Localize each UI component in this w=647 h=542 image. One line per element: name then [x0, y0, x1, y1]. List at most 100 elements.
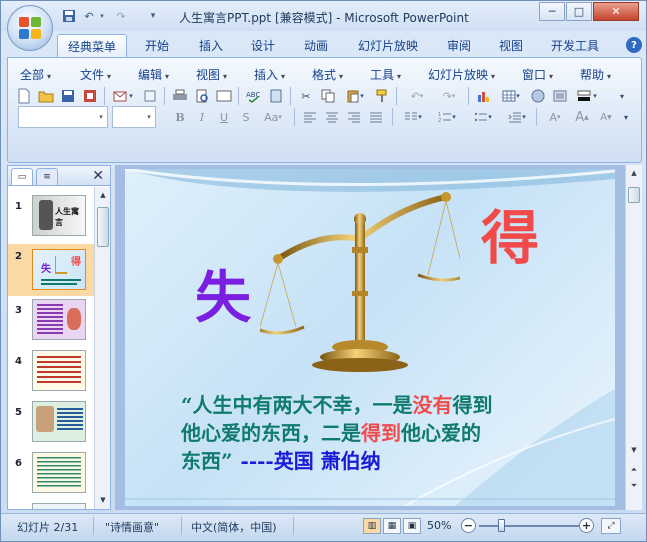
slide-canvas[interactable]: 失 得 “人生中有两大不幸，一是没有得到 他心爱的东西，二是得到他心爱的 东西”… [125, 169, 615, 506]
toolbar-overflow-icon[interactable]: ▾ [612, 86, 632, 106]
save-icon[interactable] [61, 7, 77, 25]
align-left-icon[interactable] [300, 107, 320, 127]
print-icon[interactable] [170, 86, 190, 106]
tab-animation[interactable]: 动画 [294, 34, 338, 57]
slide-thumbnail[interactable] [32, 299, 86, 340]
tab-insert[interactable]: 插入 [189, 34, 233, 57]
slide-thumbnail[interactable] [32, 503, 86, 509]
close-pane-icon[interactable]: ✕ [92, 168, 104, 184]
normal-view-icon[interactable]: ▥ [363, 518, 381, 534]
slide-thumb-row[interactable]: 7 [8, 503, 94, 509]
slide-view-icon[interactable] [214, 86, 234, 106]
grayscale-icon[interactable] [550, 86, 570, 106]
menu-format[interactable]: 格式 ▾ [312, 66, 343, 83]
copy-icon[interactable] [318, 86, 338, 106]
pane-scrollbar[interactable]: ▲ ▼ [94, 187, 110, 509]
save-icon[interactable] [58, 86, 78, 106]
italic-button[interactable]: I [192, 107, 212, 127]
scroll-down-icon[interactable]: ▼ [96, 493, 110, 507]
tab-developer[interactable]: 开发工具 [541, 34, 609, 57]
scroll-thumb[interactable] [97, 207, 109, 247]
undo-icon[interactable]: ↶ ▾ [402, 86, 432, 106]
slide-thumb-row-selected[interactable]: 2 失 得 [8, 244, 94, 296]
redo-icon[interactable]: ↷ [113, 7, 129, 25]
color-grayscale-icon[interactable]: ▾ [572, 86, 602, 106]
permission-icon[interactable] [80, 86, 100, 106]
office-button[interactable] [7, 5, 53, 51]
zoom-level[interactable]: 50% [427, 519, 451, 532]
justify-icon[interactable] [366, 107, 386, 127]
paste-icon[interactable]: ▾ [340, 86, 370, 106]
font-color-button[interactable]: A ▾ [540, 107, 570, 127]
slide-thumb-row[interactable]: 6 [8, 452, 94, 502]
tab-view[interactable]: 视图 [489, 34, 533, 57]
bullets-icon[interactable]: ▾ [468, 107, 498, 127]
zoom-slider-track[interactable] [479, 525, 579, 527]
attach-icon[interactable] [140, 86, 160, 106]
slide-thumbnail[interactable] [32, 350, 86, 391]
open-icon[interactable] [36, 86, 56, 106]
tab-home[interactable]: 开始 [135, 34, 179, 57]
slide-thumb-row[interactable]: 4 [8, 350, 94, 400]
align-right-icon[interactable] [344, 107, 364, 127]
menu-tools[interactable]: 工具 ▾ [370, 66, 401, 83]
previous-slide-icon[interactable]: ⏶ [627, 463, 641, 477]
fit-to-window-icon[interactable]: ⤢ [601, 518, 621, 534]
slide-thumb-row[interactable]: 3 [8, 299, 94, 349]
grow-font-icon[interactable]: A ▲ [572, 107, 592, 127]
columns-icon[interactable]: ▾ [398, 107, 428, 127]
slide-thumbnail[interactable]: 人生寓言 [32, 195, 86, 236]
language-indicator[interactable]: 中文(简体，中国) [191, 519, 277, 535]
slide-thumb-row[interactable]: 5 [8, 401, 94, 451]
align-center-icon[interactable] [322, 107, 342, 127]
undo-icon[interactable]: ↶ [81, 7, 97, 25]
menu-edit[interactable]: 编辑 ▾ [138, 66, 169, 83]
shrink-font-icon[interactable]: A ▼ [596, 107, 616, 127]
tab-review[interactable]: 审阅 [437, 34, 481, 57]
email-icon[interactable]: ▾ [108, 86, 138, 106]
numbering-icon[interactable]: 1 2 ▾ [432, 107, 462, 127]
menu-slideshow[interactable]: 幻灯片放映 ▾ [428, 66, 495, 83]
slide-thumbnail[interactable] [32, 452, 86, 493]
customize-qat-icon[interactable]: ▾ [145, 7, 161, 25]
slide-sorter-icon[interactable]: ▦ [383, 518, 401, 534]
slideshow-view-icon[interactable]: ▣ [403, 518, 421, 534]
close-button[interactable]: ✕ [593, 2, 639, 21]
minimize-button[interactable]: ─ [539, 2, 565, 21]
slides-tab-icon[interactable]: ▭ [11, 168, 33, 185]
research-icon[interactable] [266, 86, 286, 106]
slide-thumbnail[interactable] [32, 401, 86, 442]
redo-icon[interactable]: ↷ ▾ [434, 86, 464, 106]
print-preview-icon[interactable] [192, 86, 212, 106]
scroll-up-icon[interactable]: ▲ [627, 166, 641, 180]
help-icon[interactable]: ? [626, 37, 642, 53]
menu-view[interactable]: 视图 ▾ [196, 66, 227, 83]
zoom-out-icon[interactable]: − [461, 518, 476, 533]
maximize-button[interactable]: □ [566, 2, 592, 21]
scroll-down-icon[interactable]: ▼ [627, 443, 641, 457]
spelling-icon[interactable]: ABC [244, 86, 264, 106]
slide-thumb-row[interactable]: 1 人生寓言 [8, 195, 94, 245]
tab-classic-menu[interactable]: 经典菜单 [57, 34, 128, 57]
zoom-slider-knob[interactable] [498, 519, 505, 532]
zoom-in-icon[interactable]: + [579, 518, 594, 533]
slide-thumbnail[interactable]: 失 得 [32, 249, 86, 290]
insert-table-icon[interactable]: ▾ [496, 86, 526, 106]
insert-picture-icon[interactable] [528, 86, 548, 106]
shadow-button[interactable]: S [236, 107, 256, 127]
menu-file[interactable]: 文件 ▾ [80, 66, 111, 83]
bold-button[interactable]: B [170, 107, 190, 127]
tab-slideshow[interactable]: 幻灯片放映 [348, 34, 428, 57]
outline-tab-icon[interactable]: ≡ [36, 168, 58, 185]
menu-all[interactable]: 全部 ▾ [20, 66, 51, 83]
change-case-button[interactable]: Aa ▾ [258, 107, 288, 127]
scroll-up-icon[interactable]: ▲ [96, 188, 110, 202]
formatting-overflow-icon[interactable]: ▾ [616, 107, 636, 127]
cut-icon[interactable]: ✂ [296, 86, 316, 106]
new-icon[interactable] [14, 86, 34, 106]
insert-chart-icon[interactable] [474, 86, 494, 106]
menu-help[interactable]: 帮助 ▾ [580, 66, 611, 83]
menu-insert[interactable]: 插入 ▾ [254, 66, 285, 83]
scroll-thumb[interactable] [628, 187, 640, 203]
menu-window[interactable]: 窗口 ▾ [522, 66, 553, 83]
